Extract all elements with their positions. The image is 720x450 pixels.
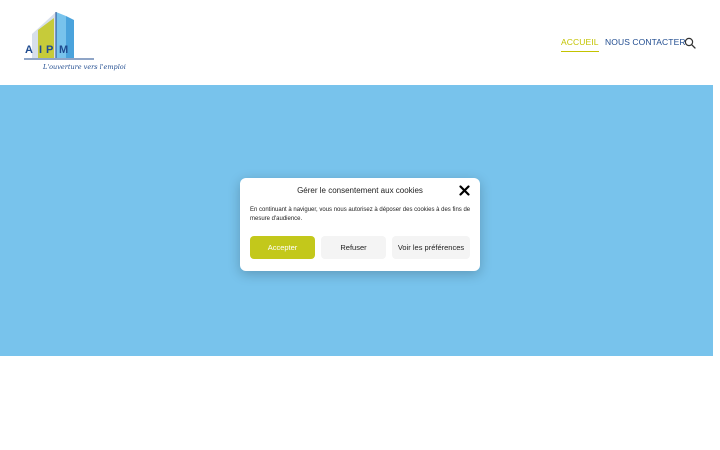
- nav-link-contact[interactable]: NOUS CONTACTER: [605, 37, 686, 49]
- logo-letter-p: P: [46, 44, 53, 56]
- view-preferences-button[interactable]: Voir les préférences: [392, 236, 470, 259]
- nav-link-accueil[interactable]: ACCUEIL: [561, 37, 599, 52]
- logo-letter-m: M: [59, 44, 68, 56]
- cookie-consent-dialog: Gérer le consentement aux cookies En con…: [240, 178, 480, 271]
- logo-letter-a: A: [25, 44, 33, 56]
- site-logo[interactable]: A I P M L'ouverture vers l'emploi: [24, 12, 126, 74]
- accept-cookies-button[interactable]: Accepter: [250, 236, 315, 259]
- logo-building-icon: A I P M: [24, 12, 94, 60]
- logo-letter-i: I: [39, 44, 42, 56]
- close-icon[interactable]: [459, 185, 470, 196]
- search-icon[interactable]: [684, 37, 696, 49]
- refuse-cookies-button[interactable]: Refuser: [321, 236, 386, 259]
- cookie-dialog-text: En continuant à naviguer, vous nous auto…: [250, 207, 471, 222]
- cookie-dialog-title: Gérer le consentement aux cookies: [297, 186, 423, 195]
- logo-tagline: L'ouverture vers l'emploi: [43, 63, 126, 71]
- site-header: A I P M L'ouverture vers l'emploi ACCUEI…: [0, 0, 720, 85]
